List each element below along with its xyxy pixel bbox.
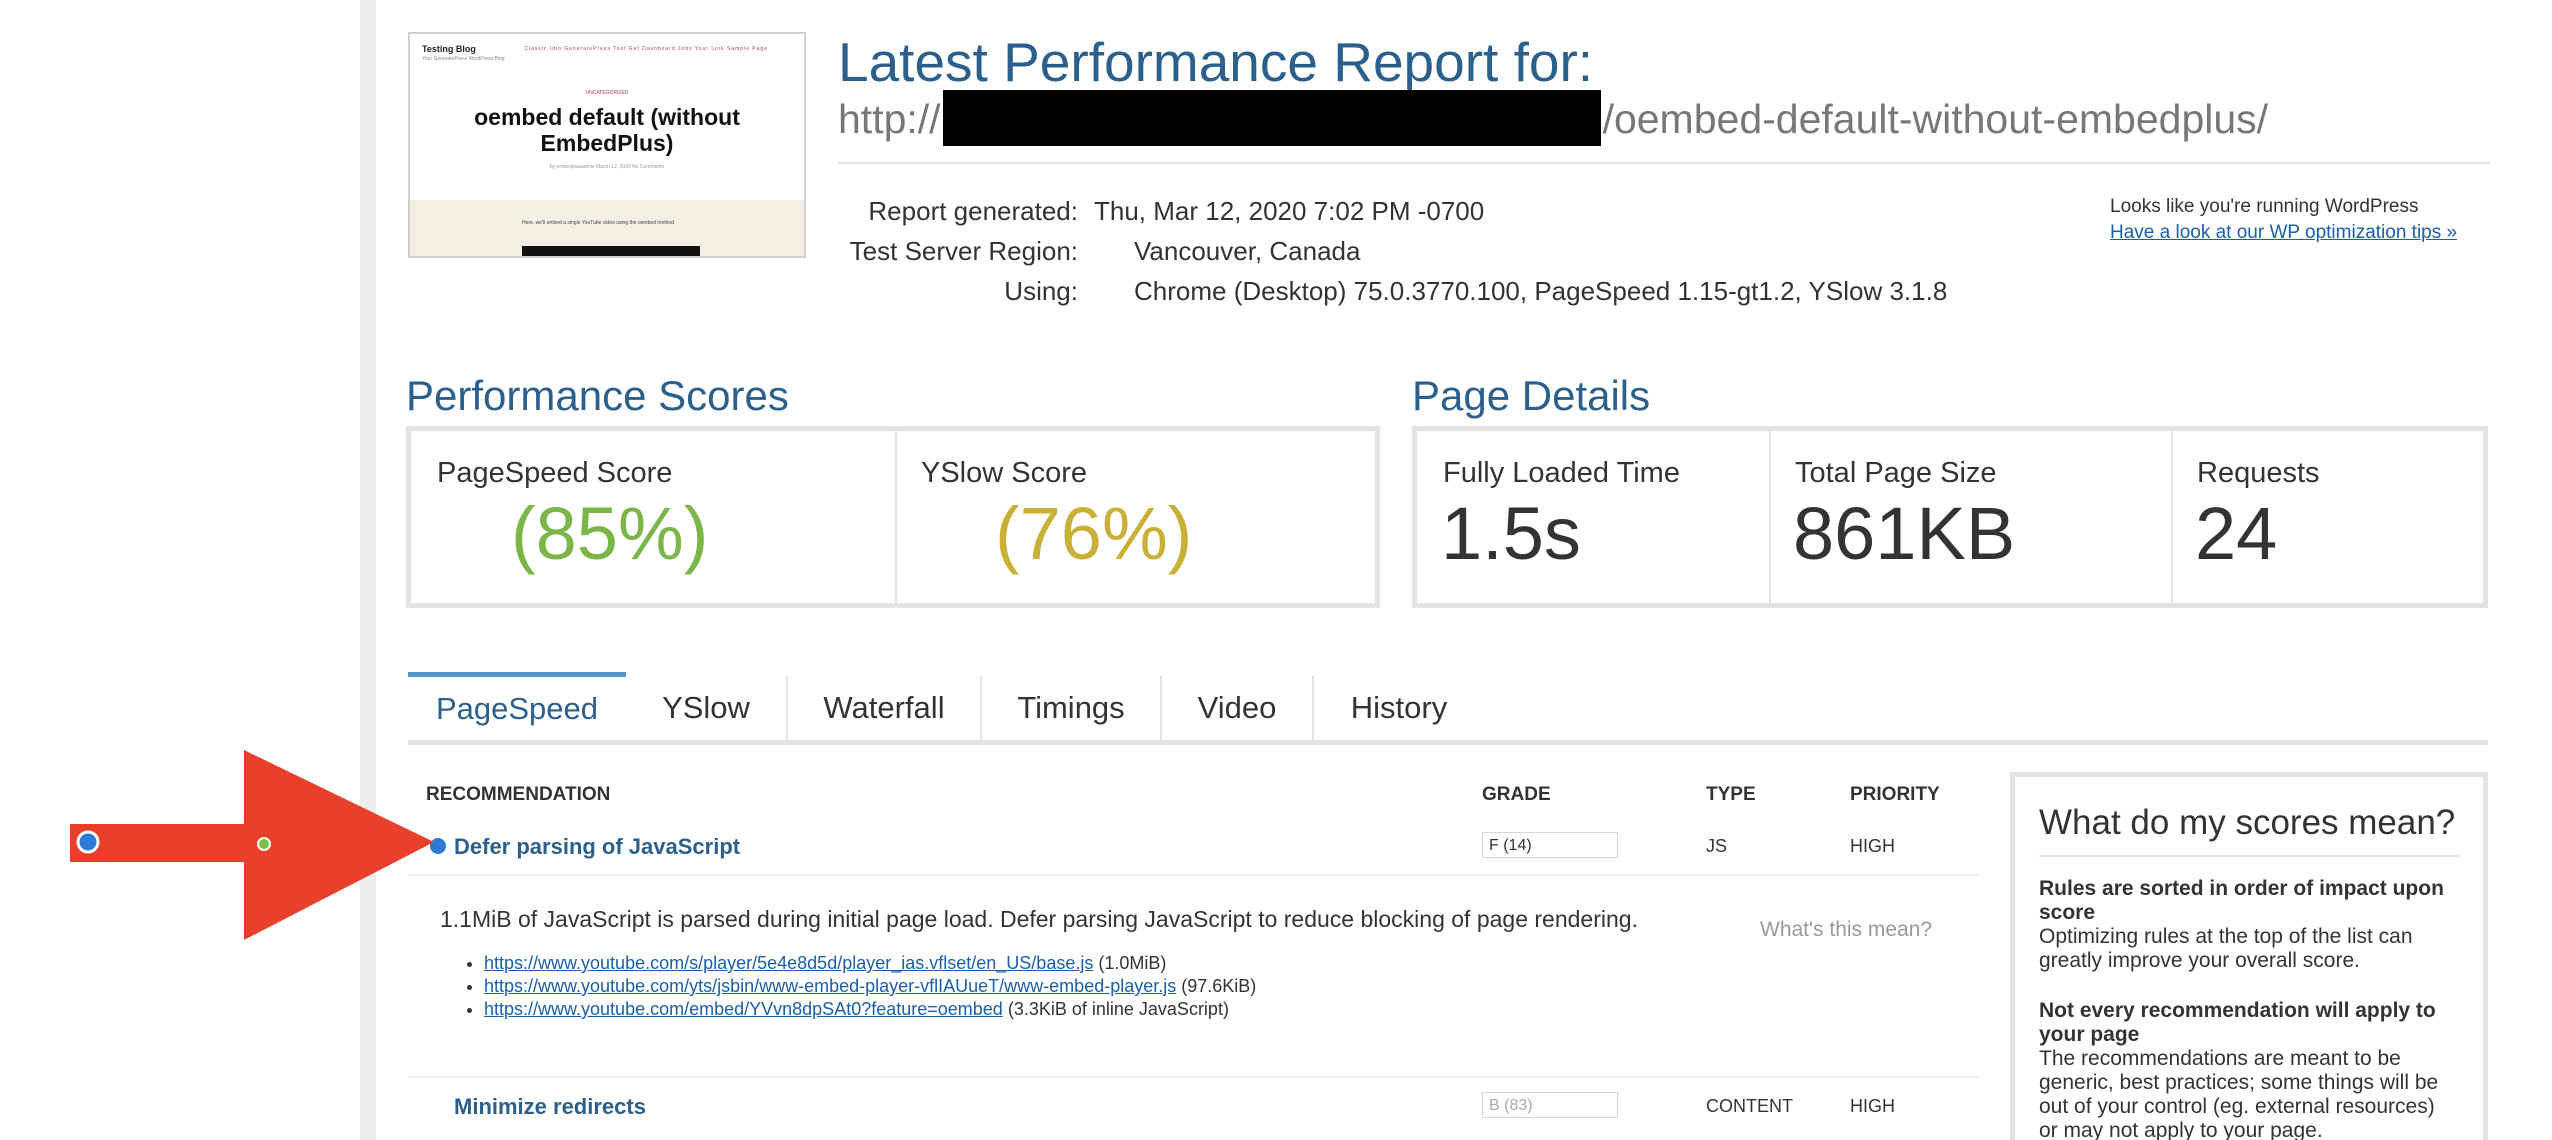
performance-scores-box: PageSpeed Score (85%) YSlow Score (76%): [406, 426, 1380, 608]
region-value: Vancouver, Canada: [1134, 236, 1361, 266]
grade-badge: F (14): [1482, 832, 1618, 858]
resource-link[interactable]: https://www.youtube.com/yts/jsbin/www-em…: [484, 976, 1176, 996]
yslow-score-label: YSlow Score: [921, 457, 1088, 489]
url-redaction: [942, 90, 1601, 146]
priority-value: HIGH: [1850, 836, 1895, 856]
thumb-post-title: oembed default (without EmbedPlus): [474, 104, 740, 156]
col-priority: PRIORITY: [1850, 784, 1940, 805]
pagespeed-score-label: PageSpeed Score: [437, 457, 673, 489]
page-screenshot-thumbnail[interactable]: Testing Blog Your GeneratePress WordPres…: [408, 32, 806, 258]
recommendation-title[interactable]: Defer parsing of JavaScript: [454, 834, 740, 860]
thumb-brand: Testing Blog: [422, 44, 476, 54]
whats-this-mean-link[interactable]: What's this mean?: [1760, 918, 1932, 942]
using-label: Using:: [1004, 276, 1078, 306]
annotation-arrow-icon: [70, 750, 434, 940]
recommendation-description: 1.1MiB of JavaScript is parsed during in…: [440, 906, 1638, 932]
type-value: JS: [1706, 836, 1728, 856]
resource-link[interactable]: https://www.youtube.com/embed/YVvn8dpSAt…: [484, 999, 1003, 1019]
arrow-start-handle-icon[interactable]: [76, 830, 100, 854]
list-item: https://www.youtube.com/embed/YVvn8dpSAt…: [484, 998, 1256, 1021]
report-url: http:// /oembed-default-without-embedplus…: [838, 90, 2269, 150]
left-rail: [360, 0, 376, 1140]
thumb-post-body: Here, we'll embed a single YouTube video…: [522, 220, 674, 226]
total-size-label: Total Page Size: [1795, 457, 1997, 489]
fully-loaded-value: 1.5s: [1441, 492, 1581, 575]
report-url-prefix: http://: [838, 95, 941, 142]
recommendation-title[interactable]: Minimize redirects: [454, 1094, 646, 1120]
list-item: https://www.youtube.com/s/player/5e4e8d5…: [484, 952, 1256, 975]
pagespeed-score-value: (85%): [511, 492, 709, 575]
thumb-tagline: Your GeneratePress WordPress Blog: [422, 56, 505, 62]
generated-label: Report generated:: [868, 196, 1078, 226]
wordpress-note: Looks like you're running WordPress: [2110, 196, 2419, 217]
thumb-post-meta: by embedplusadmin March 12, 2020 No Comm…: [549, 164, 665, 170]
thumb-nav: Classic Idio GeneratePress Tool Get Dash…: [524, 46, 768, 52]
header-divider: [838, 162, 2490, 164]
tab-history[interactable]: History: [1314, 672, 1484, 740]
yslow-score-value: (76%): [995, 492, 1193, 575]
priority-value: HIGH: [1850, 1096, 1895, 1116]
side-block-2: Not every recommendation will apply to y…: [2039, 999, 2439, 1140]
col-grade: GRADE: [1482, 784, 1551, 805]
tabs-underline: [408, 740, 2488, 745]
side-block-1: Rules are sorted in order of impact upon…: [2039, 877, 2444, 972]
performance-scores-title: Performance Scores: [406, 372, 789, 419]
side-panel-title: What do my scores mean?: [2039, 803, 2456, 842]
tab-pagespeed[interactable]: PageSpeed: [408, 672, 626, 740]
using-value: Chrome (Desktop) 75.0.3770.100, PageSpee…: [1134, 276, 1948, 306]
list-item: https://www.youtube.com/yts/jsbin/www-em…: [484, 975, 1256, 998]
thumb-category: UNCATEGORIZED: [585, 90, 629, 96]
report-url-suffix: /oembed-default-without-embedplus/: [1602, 95, 2269, 142]
col-type: TYPE: [1706, 784, 1756, 805]
report-title: Latest Performance Report for:: [838, 31, 1594, 93]
page-details-box: Fully Loaded Time 1.5s Total Page Size 8…: [1412, 426, 2488, 608]
tab-video[interactable]: Video: [1162, 672, 1312, 740]
col-recommendation: RECOMMENDATION: [426, 784, 611, 805]
scores-help-panel: What do my scores mean? Rules are sorted…: [2010, 772, 2488, 1140]
tab-timings[interactable]: Timings: [982, 672, 1160, 740]
thumb-video-embed: [522, 246, 700, 256]
report-page: Testing Blog Your GeneratePress WordPres…: [0, 0, 2552, 1140]
tab-yslow[interactable]: YSlow: [626, 672, 786, 740]
grade-badge: B (83): [1482, 1092, 1618, 1118]
fully-loaded-label: Fully Loaded Time: [1443, 457, 1680, 489]
total-size-value: 861KB: [1793, 492, 2016, 575]
resource-link[interactable]: https://www.youtube.com/s/player/5e4e8d5…: [484, 953, 1093, 973]
region-label: Test Server Region:: [849, 236, 1078, 266]
arrow-mid-handle-icon[interactable]: [257, 837, 271, 851]
page-details-title: Page Details: [1412, 372, 1651, 419]
requests-label: Requests: [2197, 457, 2320, 489]
tab-waterfall[interactable]: Waterfall: [788, 672, 980, 740]
resource-list: https://www.youtube.com/s/player/5e4e8d5…: [464, 952, 1256, 1021]
requests-value: 24: [2195, 492, 2278, 575]
generated-value: Thu, Mar 12, 2020 7:02 PM -0700: [1094, 196, 1485, 226]
wordpress-tips-link[interactable]: Have a look at our WP optimization tips …: [2110, 222, 2457, 244]
type-value: CONTENT: [1706, 1096, 1793, 1116]
